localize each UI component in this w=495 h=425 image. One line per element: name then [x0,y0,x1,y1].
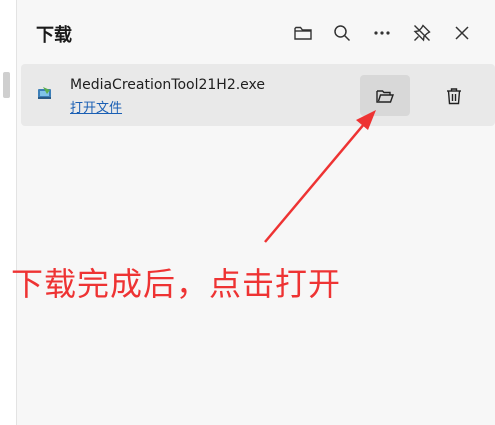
panel-title: 下载 [36,25,72,46]
show-in-folder-button[interactable] [360,75,410,116]
folder-icon [294,26,312,40]
file-name: MediaCreationTool21H2.exe [70,77,266,93]
annotation-text: 下载完成后，点击打开 [11,265,342,303]
unpin-button[interactable] [407,18,437,48]
downloads-header: 下载 [17,0,495,64]
browser-side-strip [0,0,17,425]
pin-icon [413,24,431,42]
close-icon [455,26,469,40]
folder-icon [376,89,394,103]
trash-icon [447,87,461,104]
more-options-button[interactable] [367,18,397,48]
scrollbar-thumb[interactable] [3,72,10,98]
download-item[interactable]: MediaCreationTool21H2.exe 打开文件 [21,64,495,126]
installer-icon [38,87,51,99]
open-downloads-folder-button[interactable] [288,18,318,48]
close-panel-button[interactable] [447,18,477,48]
search-downloads-button[interactable] [327,18,357,48]
downloads-panel: 下载 MediaCreationTool21H2.exe 打开文件 [17,0,495,425]
more-icon [374,31,390,35]
search-icon [334,25,351,42]
open-file-link[interactable]: 打开文件 [70,97,122,116]
delete-download-button[interactable] [429,75,479,116]
